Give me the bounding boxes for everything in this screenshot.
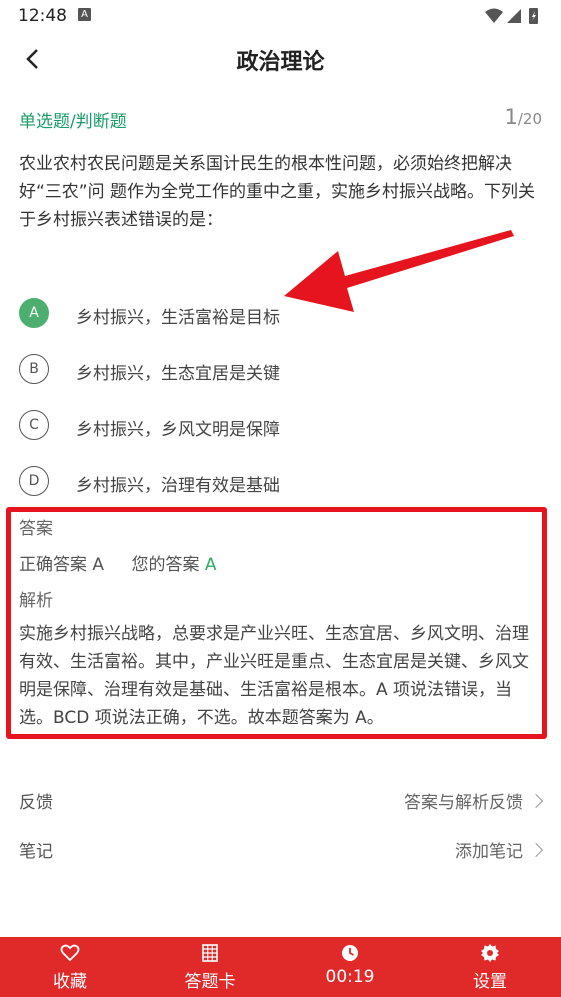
tab-favorite[interactable]: 收藏	[10, 937, 130, 997]
your-answer-label: 您的答案	[131, 555, 200, 575]
feedback-row[interactable]: 反馈 答案与解析反馈	[19, 788, 544, 818]
feedback-label: 反馈	[19, 793, 53, 813]
tab-timer-label: 00:19	[325, 967, 375, 987]
analysis-text: 实施乡村振兴战略，总要求是产业兴旺、生态宜居、乡风文明、治理有效、生活富裕。其中…	[19, 624, 529, 728]
tab-answer-card[interactable]: 答题卡	[150, 937, 270, 997]
option-text: 乡村振兴，治理有效是基础	[76, 476, 280, 496]
tab-settings-label: 设置	[473, 972, 507, 992]
annotation-arrow-icon	[284, 230, 514, 312]
notes-action[interactable]: 添加笔记	[455, 837, 544, 862]
gear-icon	[480, 943, 500, 963]
tab-settings[interactable]: 设置	[430, 937, 550, 997]
option-text: 乡村振兴，生态宜居是关键	[76, 364, 280, 384]
your-answer-value: A	[204, 555, 217, 575]
chevron-right-icon	[528, 842, 544, 858]
option-b[interactable]: B 乡村振兴，生态宜居是关键	[19, 354, 539, 386]
tab-answer-card-label: 答题卡	[184, 972, 236, 992]
notes-label: 笔记	[19, 842, 53, 862]
answer-label: 答案	[19, 519, 53, 539]
feedback-action[interactable]: 答案与解析反馈	[404, 788, 544, 813]
chevron-right-icon	[528, 793, 544, 809]
bottom-tab-bar: 收藏 答题卡 00:19 设置	[0, 937, 561, 997]
option-letter: D	[19, 466, 49, 496]
option-text: 乡村振兴，乡风文明是保障	[76, 420, 280, 440]
heart-icon	[60, 943, 80, 963]
tab-favorite-label: 收藏	[53, 972, 87, 992]
option-letter: B	[19, 354, 49, 384]
clock-icon	[340, 943, 360, 963]
option-d[interactable]: D 乡村振兴，治理有效是基础	[19, 466, 539, 498]
option-letter: C	[19, 410, 49, 440]
answer-row: 正确答案 A 您的答案 A	[19, 550, 217, 575]
correct-answer-value: A	[92, 555, 105, 575]
correct-answer-label: 正确答案	[19, 555, 87, 575]
grid-icon	[200, 943, 220, 963]
analysis-label: 解析	[19, 591, 53, 611]
tab-timer[interactable]: 00:19	[290, 937, 410, 997]
option-c[interactable]: C 乡村振兴，乡风文明是保障	[19, 410, 539, 442]
notes-row[interactable]: 笔记 添加笔记	[19, 837, 544, 867]
